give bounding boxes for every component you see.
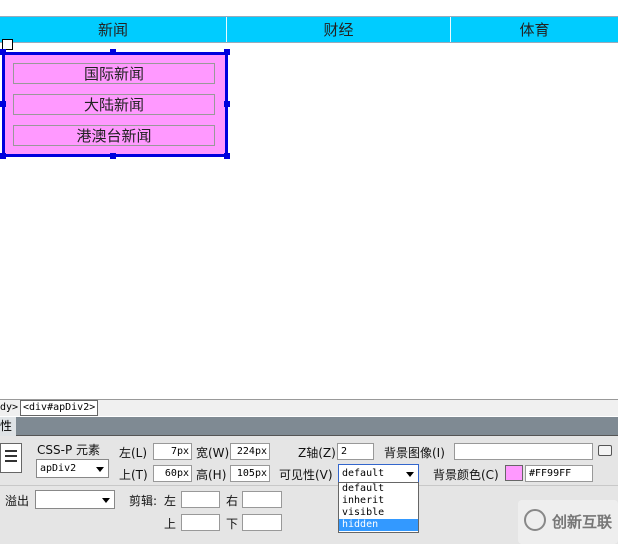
visibility-label: 可见性(V): [279, 468, 333, 482]
overflow-select[interactable]: [35, 490, 115, 509]
bg-color-input[interactable]: #FF99FF: [525, 465, 593, 482]
watermark-logo: 创新互联: [518, 500, 618, 544]
clip-bottom-label: 下: [226, 517, 239, 531]
element-id-value: apDiv2: [40, 463, 77, 474]
resize-handle-bottom-left[interactable]: [0, 153, 6, 159]
nav-item-label: 体育: [519, 21, 550, 39]
apdiv-item-mainland[interactable]: 大陆新闻: [13, 94, 215, 115]
left-input[interactable]: 7px: [153, 443, 192, 460]
visibility-dropdown-list: default inherit visible hidden: [338, 482, 419, 533]
clip-top-input[interactable]: [181, 514, 220, 531]
nav-item-news[interactable]: 新闻: [0, 17, 227, 42]
resize-handle-bottom-right[interactable]: [224, 153, 230, 159]
bg-image-input[interactable]: [454, 443, 593, 460]
bg-image-label: 背景图像(I): [384, 446, 445, 460]
resize-handle-top-left[interactable]: [0, 49, 6, 55]
visibility-option-inherit[interactable]: inherit: [339, 495, 418, 507]
chevron-down-icon: [96, 467, 104, 472]
tag-crumb-body[interactable]: dy>: [0, 402, 18, 413]
width-label: 宽(W): [196, 446, 230, 460]
resize-handle-top[interactable]: [110, 49, 116, 55]
watermark-circle-icon: [524, 509, 546, 531]
left-label: 左(L): [119, 446, 148, 460]
nav-item-sports[interactable]: 体育: [451, 17, 618, 42]
resize-handle-bottom[interactable]: [110, 153, 116, 159]
tag-crumb-selected[interactable]: <div#apDiv2>: [20, 400, 99, 416]
properties-panel-title[interactable]: 性: [0, 417, 16, 436]
clip-right-label: 右: [226, 494, 239, 508]
z-index-input[interactable]: 2: [337, 443, 374, 460]
overflow-label: 溢出: [5, 494, 30, 508]
panel-divider: [0, 485, 618, 486]
height-input[interactable]: 105px: [230, 465, 270, 482]
clip-left-input[interactable]: [181, 491, 220, 508]
clip-right-input[interactable]: [242, 491, 282, 508]
clip-top-label: 上: [164, 517, 177, 531]
properties-panel-header: 性: [0, 417, 618, 436]
visibility-option-default[interactable]: default: [339, 483, 418, 495]
visibility-option-hidden[interactable]: hidden: [339, 519, 418, 531]
clip-label: 剪辑:: [129, 494, 158, 508]
nav-item-label: 财经: [323, 21, 354, 39]
apdiv-item-hkmacautw[interactable]: 港澳台新闻: [13, 125, 215, 146]
nav-item-label: 新闻: [97, 21, 128, 39]
bg-color-swatch[interactable]: [505, 465, 523, 481]
layer-element-icon: [0, 443, 22, 473]
apdiv-item-international[interactable]: 国际新闻: [13, 63, 215, 84]
watermark-text: 创新互联: [552, 513, 613, 531]
top-input[interactable]: 60px: [153, 465, 192, 482]
bg-color-label: 背景颜色(C): [433, 468, 499, 482]
top-nav-bar: 新闻 财经 体育: [0, 16, 618, 43]
apdiv-item-label: 国际新闻: [83, 65, 144, 83]
tag-selector-bar: dy> <div#apDiv2>: [0, 399, 618, 416]
apdiv-item-label: 港澳台新闻: [76, 127, 152, 145]
visibility-value: default: [342, 468, 385, 479]
chevron-down-icon: [406, 472, 414, 477]
width-input[interactable]: 224px: [230, 443, 270, 460]
nav-item-finance[interactable]: 财经: [227, 17, 451, 42]
folder-icon[interactable]: [598, 445, 612, 456]
clip-left-label: 左: [164, 494, 177, 508]
resize-handle-left[interactable]: [0, 101, 6, 107]
visibility-select[interactable]: default: [338, 464, 419, 483]
resize-handle-top-right[interactable]: [224, 49, 230, 55]
height-label: 高(H): [196, 468, 227, 482]
visibility-option-visible[interactable]: visible: [339, 507, 418, 519]
element-id-select[interactable]: apDiv2: [36, 459, 109, 478]
resize-handle-right[interactable]: [224, 101, 230, 107]
cssp-element-label: CSS-P 元素: [37, 443, 100, 457]
chevron-down-icon: [102, 498, 110, 503]
z-index-label: Z轴(Z): [298, 446, 336, 460]
top-label: 上(T): [119, 468, 148, 482]
apdiv-item-label: 大陆新闻: [83, 96, 144, 114]
clip-bottom-input[interactable]: [242, 514, 282, 531]
